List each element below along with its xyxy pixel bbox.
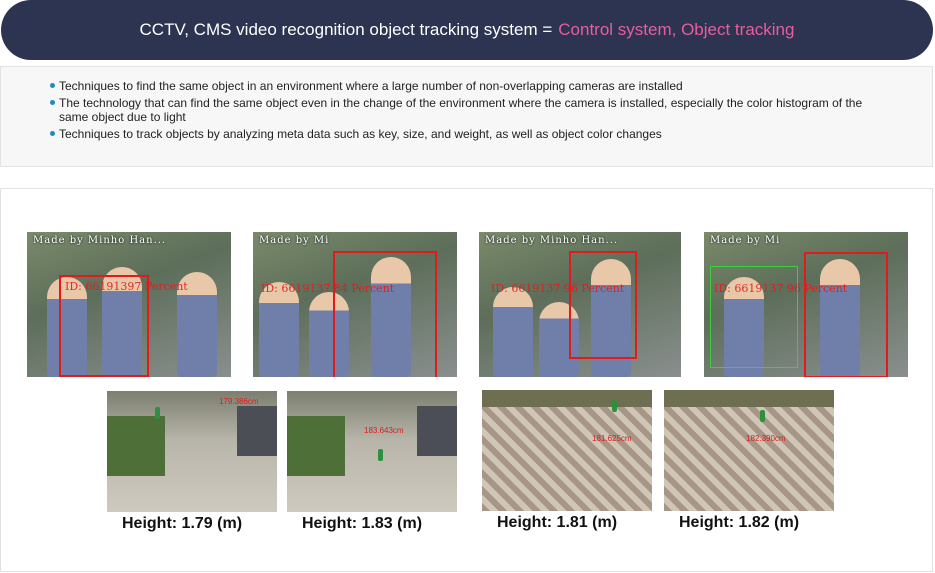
person-marker <box>760 410 765 422</box>
image-gallery: ID: 66191397 Percent Made by Minho Han..… <box>0 188 933 572</box>
bullet-dot-icon <box>50 83 55 88</box>
height-label: Height: 1.83 (m) <box>302 515 423 532</box>
wall-area <box>237 406 277 456</box>
height-label: Height: 1.81 (m) <box>497 514 618 531</box>
tracking-box <box>333 251 437 377</box>
height-measure-text: 182.390cm <box>746 434 786 443</box>
bullet-item: Techniques to track objects by analyzing… <box>50 127 932 141</box>
person-marker <box>155 407 160 419</box>
header-title: CCTV, CMS video recognition object track… <box>139 20 553 39</box>
tracking-box <box>569 251 637 359</box>
frame-caption: Made by Mi <box>710 235 781 246</box>
bullet-dot-icon <box>50 100 55 105</box>
frame-caption: Made by Minho Han... <box>33 235 167 246</box>
grass-area <box>107 416 165 476</box>
wall-area <box>417 406 457 456</box>
person-figure <box>259 282 299 377</box>
frame-caption: Made by Minho Han... <box>485 235 619 246</box>
height-measure-text: 183.643cm <box>364 426 404 435</box>
header-highlight: Control system, Object tracking <box>558 20 795 39</box>
person-marker <box>378 449 383 461</box>
tracking-frame-3: ID: 6619137 96 Percent Made by Minho Han… <box>479 232 681 377</box>
tracking-frame-2: ID: 6619137 84 Percent Made by Mi <box>253 232 457 377</box>
bullet-item: Techniques to find the same object in an… <box>50 79 932 93</box>
tracking-id-text: ID: 6619137 96 Percent <box>714 282 848 295</box>
tracking-frame-1: ID: 66191397 Percent Made by Minho Han..… <box>27 232 231 377</box>
height-label: Height: 1.82 (m) <box>679 514 800 531</box>
tracking-id-text: ID: 66191397 Percent <box>65 280 188 293</box>
tracking-id-text: ID: 6619137 96 Percent <box>491 282 625 295</box>
info-panel: Techniques to find the same object in an… <box>0 66 933 167</box>
height-frame-2: 183.643cm <box>287 391 457 512</box>
tracking-id-text: ID: 6619137 84 Percent <box>261 282 395 295</box>
page-header: CCTV, CMS video recognition object track… <box>1 0 933 60</box>
frame-caption: Made by Mi <box>259 235 330 246</box>
height-measure-text: 181.625cm <box>592 434 632 443</box>
grass-area <box>287 416 345 476</box>
height-frame-4: 182.390cm <box>664 390 834 511</box>
bullet-item: The technology that can find the same ob… <box>50 96 932 124</box>
person-figure <box>493 287 533 377</box>
height-measure-text: 179.386cm <box>219 397 259 406</box>
bullet-list: Techniques to find the same object in an… <box>1 67 932 141</box>
height-frame-1: 179.386cm <box>107 391 277 512</box>
bullet-dot-icon <box>50 131 55 136</box>
tracking-frame-4: ID: 6619137 96 Percent Made by Mi <box>704 232 908 377</box>
person-marker <box>612 400 617 412</box>
height-label: Height: 1.79 (m) <box>122 515 243 532</box>
tracking-box <box>804 252 888 377</box>
height-frame-3: 181.625cm <box>482 390 652 511</box>
